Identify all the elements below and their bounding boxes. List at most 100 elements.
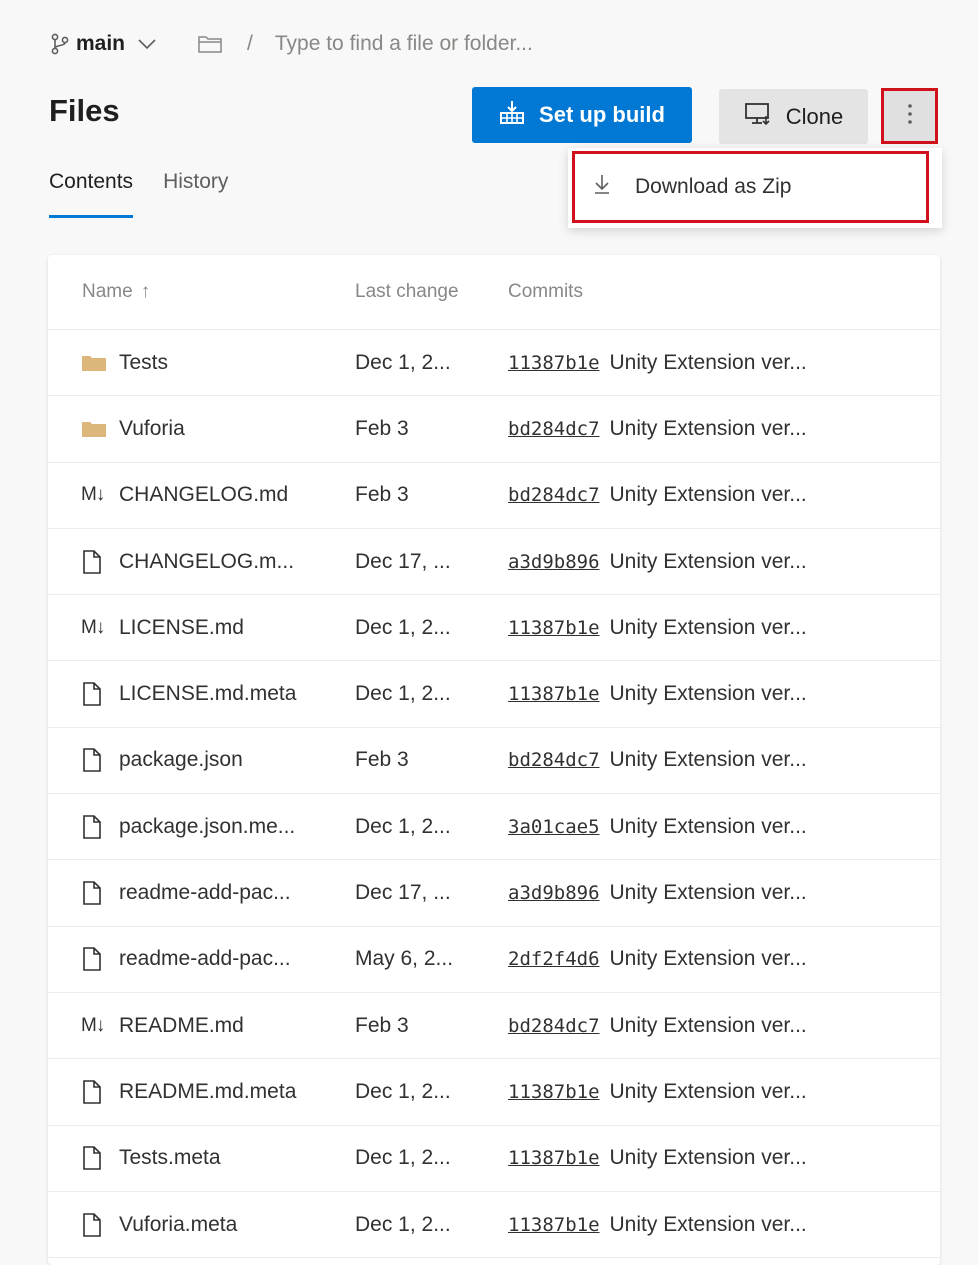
last-change-date: Dec 1, 2... [355,615,451,639]
commit-message: Unity Extension ver... [609,748,807,772]
file-name-cell[interactable]: readme-add-pac... [81,927,291,992]
table-row[interactable]: M↓ README.md Feb 3 bd284dc7 Unity Extension … [48,993,940,1060]
chevron-down-icon[interactable] [137,38,157,50]
file-name-cell[interactable]: package.json.me... [81,794,295,859]
last-change-date: Dec 1, 2... [355,1079,451,1103]
last-change-date: Dec 1, 2... [355,1146,451,1170]
file-icon [81,1079,109,1105]
path-search-input[interactable]: Type to find a file or folder... [275,32,533,56]
commit-hash-link[interactable]: 11387b1e [508,617,600,639]
table-row[interactable]: README.md.meta Dec 1, 2... 11387b1e Unity E… [48,1059,940,1126]
folder-outline-icon[interactable] [197,34,223,54]
column-header-last-change[interactable]: Last change [355,281,459,303]
folder-icon [81,353,109,373]
commit-hash-link[interactable]: bd284dc7 [508,1015,600,1037]
file-name-cell[interactable]: M↓ CHANGELOG.md [81,463,288,528]
file-name-cell[interactable]: M↓ LICENSE.md [81,595,244,660]
more-actions-menu: Download as Zip [568,148,942,228]
table-row[interactable]: Vuforia Feb 3 bd284dc7 Unity Extension ver.… [48,396,940,463]
file-name[interactable]: Tests [119,351,168,375]
file-name[interactable]: Vuforia [119,417,185,441]
file-name-cell[interactable]: LICENSE.md.meta [81,661,296,726]
download-as-zip-label: Download as Zip [635,175,792,198]
commit-hash-link[interactable]: 11387b1e [508,1147,600,1169]
file-name-cell[interactable]: package.json [81,728,243,793]
commit-hash-link[interactable]: 3a01cae5 [508,816,600,838]
tab-history[interactable]: History [163,170,228,218]
commit-message: Unity Extension ver... [609,814,807,838]
table-row[interactable]: LICENSE.md.meta Dec 1, 2... 11387b1e Unity … [48,661,940,728]
commit-hash-link[interactable]: a3d9b896 [508,551,600,573]
table-row[interactable]: M↓ LICENSE.md Dec 1, 2... 11387b1e Unity Ext… [48,595,940,662]
file-name[interactable]: LICENSE.md [119,616,244,640]
column-header-name-label: Name [82,281,133,302]
table-row[interactable]: M↓ CHANGELOG.md Feb 3 bd284dc7 Unity Extensi… [48,463,940,529]
file-name-cell[interactable]: Tests [81,330,168,395]
last-change-date: Dec 17, ... [355,881,451,905]
commit-hash-link[interactable]: 11387b1e [508,352,600,374]
file-name[interactable]: CHANGELOG.m... [119,550,294,574]
commit-hash-link[interactable]: bd284dc7 [508,749,600,771]
last-change-date: Feb 3 [355,748,409,772]
last-change-date: Dec 1, 2... [355,1212,451,1236]
table-row[interactable]: readme-add-pac... Dec 17, ... a3d9b896 Unit… [48,860,940,927]
file-list-table: Name ↑ Last change Commits Tests Dec 1, 2… [48,255,940,1265]
commit-message: Unity Extension ver... [609,881,807,905]
table-row[interactable]: Vuforia.meta Dec 1, 2... 11387b1e Unity Ext… [48,1192,940,1259]
column-header-commits[interactable]: Commits [508,281,583,303]
table-row[interactable]: package.json Feb 3 bd284dc7 Unity Extension… [48,728,940,795]
file-name-cell[interactable]: Tests.meta [81,1126,221,1191]
file-name[interactable]: package.json [119,748,243,772]
commit-cell: a3d9b896 Unity Extension ver... [508,860,807,925]
set-up-build-label: Set up build [539,102,665,127]
set-up-build-button[interactable]: Set up build [472,87,692,143]
markdown-icon: M↓ [81,616,105,638]
path-separator: / [247,32,253,55]
commit-cell: 11387b1e Unity Extension ver... [508,1059,807,1124]
table-row[interactable]: package.json.me... Dec 1, 2... 3a01cae5 Uni… [48,794,940,861]
branch-selector[interactable]: main [50,32,125,56]
file-name-cell[interactable]: CHANGELOG.m... [81,529,294,594]
file-name[interactable]: readme-add-pac... [119,881,291,905]
commit-hash-link[interactable]: a3d9b896 [508,882,600,904]
file-view-tabs: Contents History [49,170,228,218]
file-name[interactable]: package.json.me... [119,815,295,839]
file-name[interactable]: readme-add-pac... [119,947,291,971]
file-name[interactable]: README.md [119,1014,244,1038]
last-change-date: Feb 3 [355,1013,409,1037]
table-row[interactable]: Tests Dec 1, 2... 11387b1e Unity Extension … [48,330,940,397]
commit-cell: 11387b1e Unity Extension ver... [508,1192,807,1257]
file-name[interactable]: README.md.meta [119,1080,296,1104]
file-name[interactable]: CHANGELOG.md [119,483,288,507]
column-header-name[interactable]: Name ↑ [82,281,150,303]
commit-hash-link[interactable]: bd284dc7 [508,418,600,440]
file-name-cell[interactable]: readme-add-pac... [81,860,291,925]
file-name-cell[interactable]: Vuforia [81,396,185,461]
file-icon [81,946,109,972]
clone-button[interactable]: Clone [719,89,868,144]
file-name-cell[interactable]: README.md.meta [81,1059,296,1124]
file-name[interactable]: LICENSE.md.meta [119,682,296,706]
table-row[interactable]: CHANGELOG.m... Dec 17, ... a3d9b896 Unity E… [48,529,940,596]
commit-hash-link[interactable]: 11387b1e [508,1214,600,1236]
commit-cell: bd284dc7 Unity Extension ver... [508,993,807,1058]
commit-hash-link[interactable]: bd284dc7 [508,484,600,506]
table-row[interactable]: readme-add-pac... May 6, 2... 2df2f4d6 Unit… [48,927,940,993]
commit-hash-link[interactable]: 11387b1e [508,683,600,705]
file-name[interactable]: Vuforia.meta [119,1213,237,1237]
more-actions-button[interactable] [881,88,938,144]
last-change-date: Dec 1, 2... [355,682,451,706]
download-as-zip-menu-item[interactable]: Download as Zip [572,151,929,223]
table-row[interactable]: Tests.meta Dec 1, 2... 11387b1e Unity Exten… [48,1126,940,1192]
commit-hash-link[interactable]: 11387b1e [508,1081,600,1103]
commit-hash-link[interactable]: 2df2f4d6 [508,948,600,970]
file-icon [81,1145,109,1171]
last-change-date: Dec 1, 2... [355,814,451,838]
file-name-cell[interactable]: M↓ README.md [81,993,244,1058]
file-name-cell[interactable]: Vuforia.meta [81,1192,237,1257]
build-icon [499,99,525,131]
file-name[interactable]: Tests.meta [119,1146,221,1170]
tab-contents[interactable]: Contents [49,170,134,218]
more-vertical-icon [907,102,913,131]
commit-message: Unity Extension ver... [609,1013,807,1037]
